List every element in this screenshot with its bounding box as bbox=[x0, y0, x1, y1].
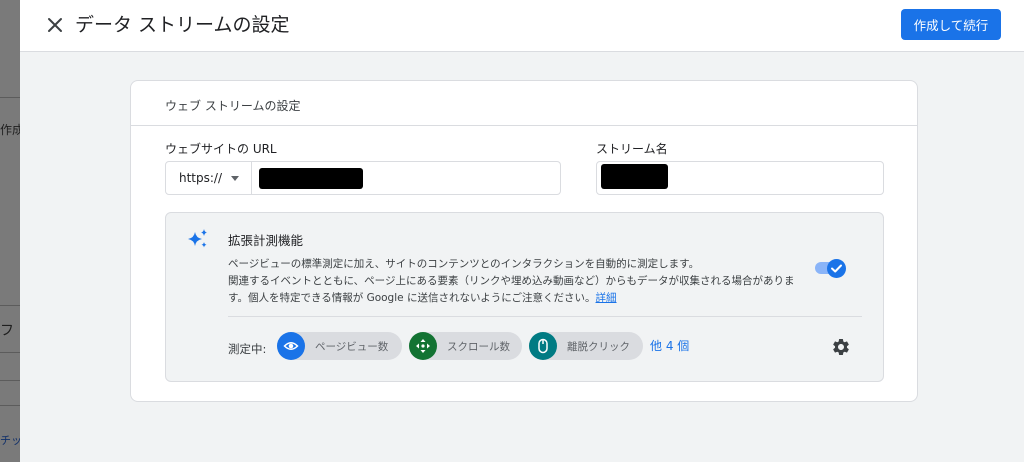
redacted-url bbox=[259, 168, 363, 189]
chip-label: スクロール数 bbox=[447, 341, 510, 353]
gear-icon[interactable] bbox=[831, 337, 851, 357]
background-page: 作成 フ チッ bbox=[0, 0, 20, 462]
website-url-input[interactable] bbox=[252, 162, 560, 194]
chip-label: 離脱クリック bbox=[567, 341, 630, 353]
eye-icon bbox=[283, 342, 299, 350]
background-text: 作成 bbox=[0, 123, 20, 137]
data-stream-dialog: データ ストリームの設定 作成して続行 ウェブ ストリームの設定 ウェブサイトの… bbox=[20, 0, 1024, 462]
mouse-icon bbox=[538, 338, 548, 354]
background-divider bbox=[0, 305, 20, 306]
protocol-value: https:// bbox=[179, 171, 223, 185]
measuring-label: 測定中: bbox=[228, 342, 267, 356]
close-icon bbox=[48, 18, 62, 32]
toggle-knob bbox=[827, 259, 846, 278]
outbound-clicks-chip[interactable]: 離脱クリック bbox=[529, 332, 643, 360]
enhanced-measurement-title: 拡張計測機能 bbox=[228, 233, 304, 248]
redacted-stream-name bbox=[601, 164, 668, 189]
close-button[interactable] bbox=[42, 12, 68, 38]
website-url-field: https:// bbox=[165, 161, 561, 195]
dialog-header: データ ストリームの設定 作成して続行 bbox=[20, 0, 1024, 52]
stream-name-input[interactable] bbox=[596, 161, 884, 195]
background-divider bbox=[0, 352, 20, 353]
background-text: フ bbox=[0, 323, 14, 339]
dropdown-arrow-icon bbox=[231, 176, 239, 181]
card-header: ウェブ ストリームの設定 bbox=[131, 81, 917, 126]
chip-icon-circle bbox=[277, 332, 305, 360]
background-divider bbox=[0, 380, 20, 381]
card-title: ウェブ ストリームの設定 bbox=[165, 99, 301, 113]
chip-icon-circle bbox=[409, 332, 437, 360]
create-and-continue-button[interactable]: 作成して続行 bbox=[901, 9, 1001, 40]
scrolls-chip[interactable]: スクロール数 bbox=[409, 332, 522, 360]
sparkle-icon bbox=[188, 229, 207, 248]
scroll-arrows-icon bbox=[416, 339, 430, 353]
background-divider bbox=[0, 405, 20, 406]
website-url-label: ウェブサイトの URL bbox=[165, 142, 277, 156]
enhanced-measurement-toggle[interactable] bbox=[815, 259, 847, 278]
more-events-link[interactable]: 他 4 個 bbox=[650, 337, 689, 354]
background-divider bbox=[0, 97, 20, 98]
chip-label: ページビュー数 bbox=[315, 341, 389, 353]
enhanced-measurement-panel: 拡張計測機能 ページビューの標準測定に加え、サイトのコンテンツとのインタラクショ… bbox=[165, 212, 884, 382]
web-stream-settings-card: ウェブ ストリームの設定 ウェブサイトの URL https:// ストリーム名… bbox=[130, 80, 918, 402]
description-line: ページビューの標準測定に加え、サイトのコンテンツとのインタラクションを自動的に測… bbox=[228, 258, 700, 270]
enhanced-measurement-description: ページビューの標準測定に加え、サイトのコンテンツとのインタラクションを自動的に測… bbox=[228, 256, 818, 307]
details-link[interactable]: 詳細 bbox=[596, 292, 617, 304]
dialog-title: データ ストリームの設定 bbox=[75, 14, 290, 36]
description-line: す。個人を特定できる情報が Google に送信されないようにご注意ください。 bbox=[228, 292, 596, 304]
divider bbox=[228, 316, 862, 317]
background-link: チッ bbox=[0, 434, 20, 447]
protocol-select[interactable]: https:// bbox=[166, 162, 252, 194]
stream-name-label: ストリーム名 bbox=[596, 142, 668, 156]
checkmark-icon bbox=[831, 264, 842, 273]
page-views-chip[interactable]: ページビュー数 bbox=[277, 332, 402, 360]
description-line: 関連するイベントとともに、ページ上にある要素（リンクや埋め込み動画など）からもデ… bbox=[228, 275, 795, 287]
chip-icon-circle bbox=[529, 332, 557, 360]
